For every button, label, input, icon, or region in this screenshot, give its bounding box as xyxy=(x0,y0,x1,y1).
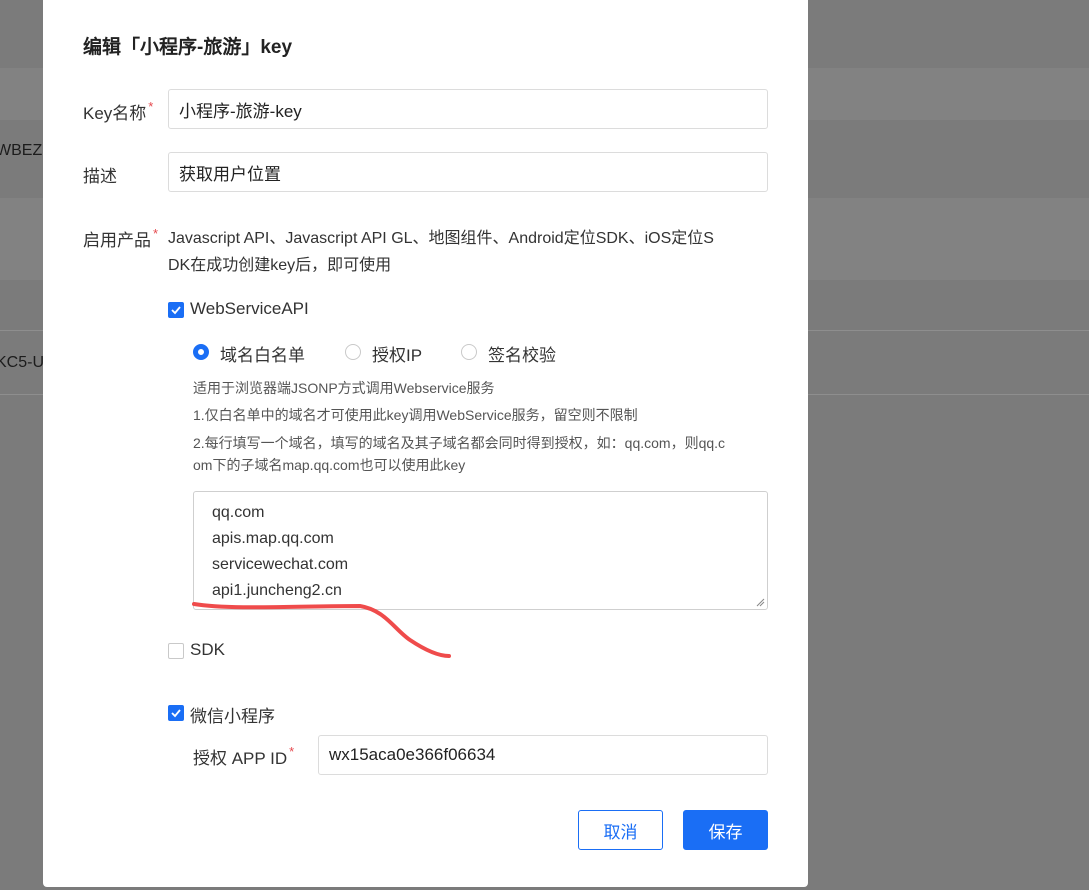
background-cell-text: KC5-U xyxy=(0,354,45,371)
checkmark-icon xyxy=(171,709,181,718)
save-button[interactable]: 保存 xyxy=(683,810,768,850)
appid-input[interactable]: wx15aca0e366f06634 xyxy=(318,735,768,775)
description-input[interactable]: 获取用户位置 xyxy=(168,152,768,192)
description-value: 获取用户位置 xyxy=(179,164,281,184)
appid-value: wx15aca0e366f06634 xyxy=(329,745,496,764)
appid-label: 授权 APP ID * xyxy=(193,744,294,769)
products-label: 启用产品 * xyxy=(83,226,158,251)
sdk-checkbox[interactable] xyxy=(168,643,184,659)
domain-line: servicewechat.com xyxy=(212,556,349,573)
radio-authorized-ip[interactable] xyxy=(345,344,361,360)
sdk-label: SDK xyxy=(190,640,225,659)
webservice-hint: 1.仅白名单中的域名才可使用此key调用WebService服务，留空则不限制 xyxy=(193,407,638,423)
key-name-value: 小程序-旅游-key xyxy=(179,101,302,121)
domain-line: api1.juncheng2.cn xyxy=(212,582,342,599)
edit-key-dialog: 编辑「小程序-旅游」key Key名称 * 小程序-旅游-key 描述 获取用户位… xyxy=(43,0,808,887)
required-asterisk: * xyxy=(289,744,295,759)
miniprogram-label: 微信小程序 xyxy=(190,707,275,726)
webservice-hint: 适用于浏览器端JSONP方式调用Webservice服务 xyxy=(193,380,495,396)
background-cell-text: WBEZ xyxy=(0,142,43,159)
description-label: 描述 xyxy=(83,167,117,186)
radio-label: 授权IP xyxy=(372,346,423,365)
key-name-label-text: Key名称 xyxy=(83,104,147,123)
domain-whitelist-textarea[interactable]: qq.com apis.map.qq.com servicewechat.com… xyxy=(193,491,768,610)
key-name-input[interactable]: 小程序-旅游-key xyxy=(168,89,768,129)
webservice-hint: om下的子域名map.qq.com也可以使用此key xyxy=(193,457,466,473)
products-label-text: 启用产品 xyxy=(83,231,151,250)
required-asterisk: * xyxy=(148,99,154,114)
domain-line: apis.map.qq.com xyxy=(212,530,334,547)
webservice-hint: 2.每行填写一个域名，填写的域名及其子域名都会同时得到授权，如：qq.com，则… xyxy=(193,435,726,451)
radio-domain-whitelist[interactable] xyxy=(193,344,209,360)
appid-label-text: 授权 APP ID xyxy=(193,749,288,768)
dialog-title: 编辑「小程序-旅游」key xyxy=(83,37,293,58)
radio-signature-check[interactable] xyxy=(461,344,477,360)
required-asterisk: * xyxy=(153,226,159,241)
webservice-label: WebServiceAPI xyxy=(190,299,309,318)
products-description-line: DK在成功创建key后，即可使用 xyxy=(168,257,392,274)
products-description-line: Javascript API、Javascript API GL、地图组件、An… xyxy=(168,230,714,247)
checkmark-icon xyxy=(171,306,181,315)
domain-line: qq.com xyxy=(212,504,265,521)
radio-label: 域名白名单 xyxy=(220,346,305,365)
resize-handle-icon[interactable] xyxy=(756,598,765,607)
products-description: Javascript API、Javascript API GL、地图组件、An… xyxy=(168,225,778,279)
key-name-label: Key名称 * xyxy=(83,99,153,124)
miniprogram-checkbox[interactable] xyxy=(168,705,184,721)
radio-label: 签名校验 xyxy=(488,346,556,365)
cancel-button[interactable]: 取消 xyxy=(578,810,663,850)
webservice-checkbox[interactable] xyxy=(168,302,184,318)
